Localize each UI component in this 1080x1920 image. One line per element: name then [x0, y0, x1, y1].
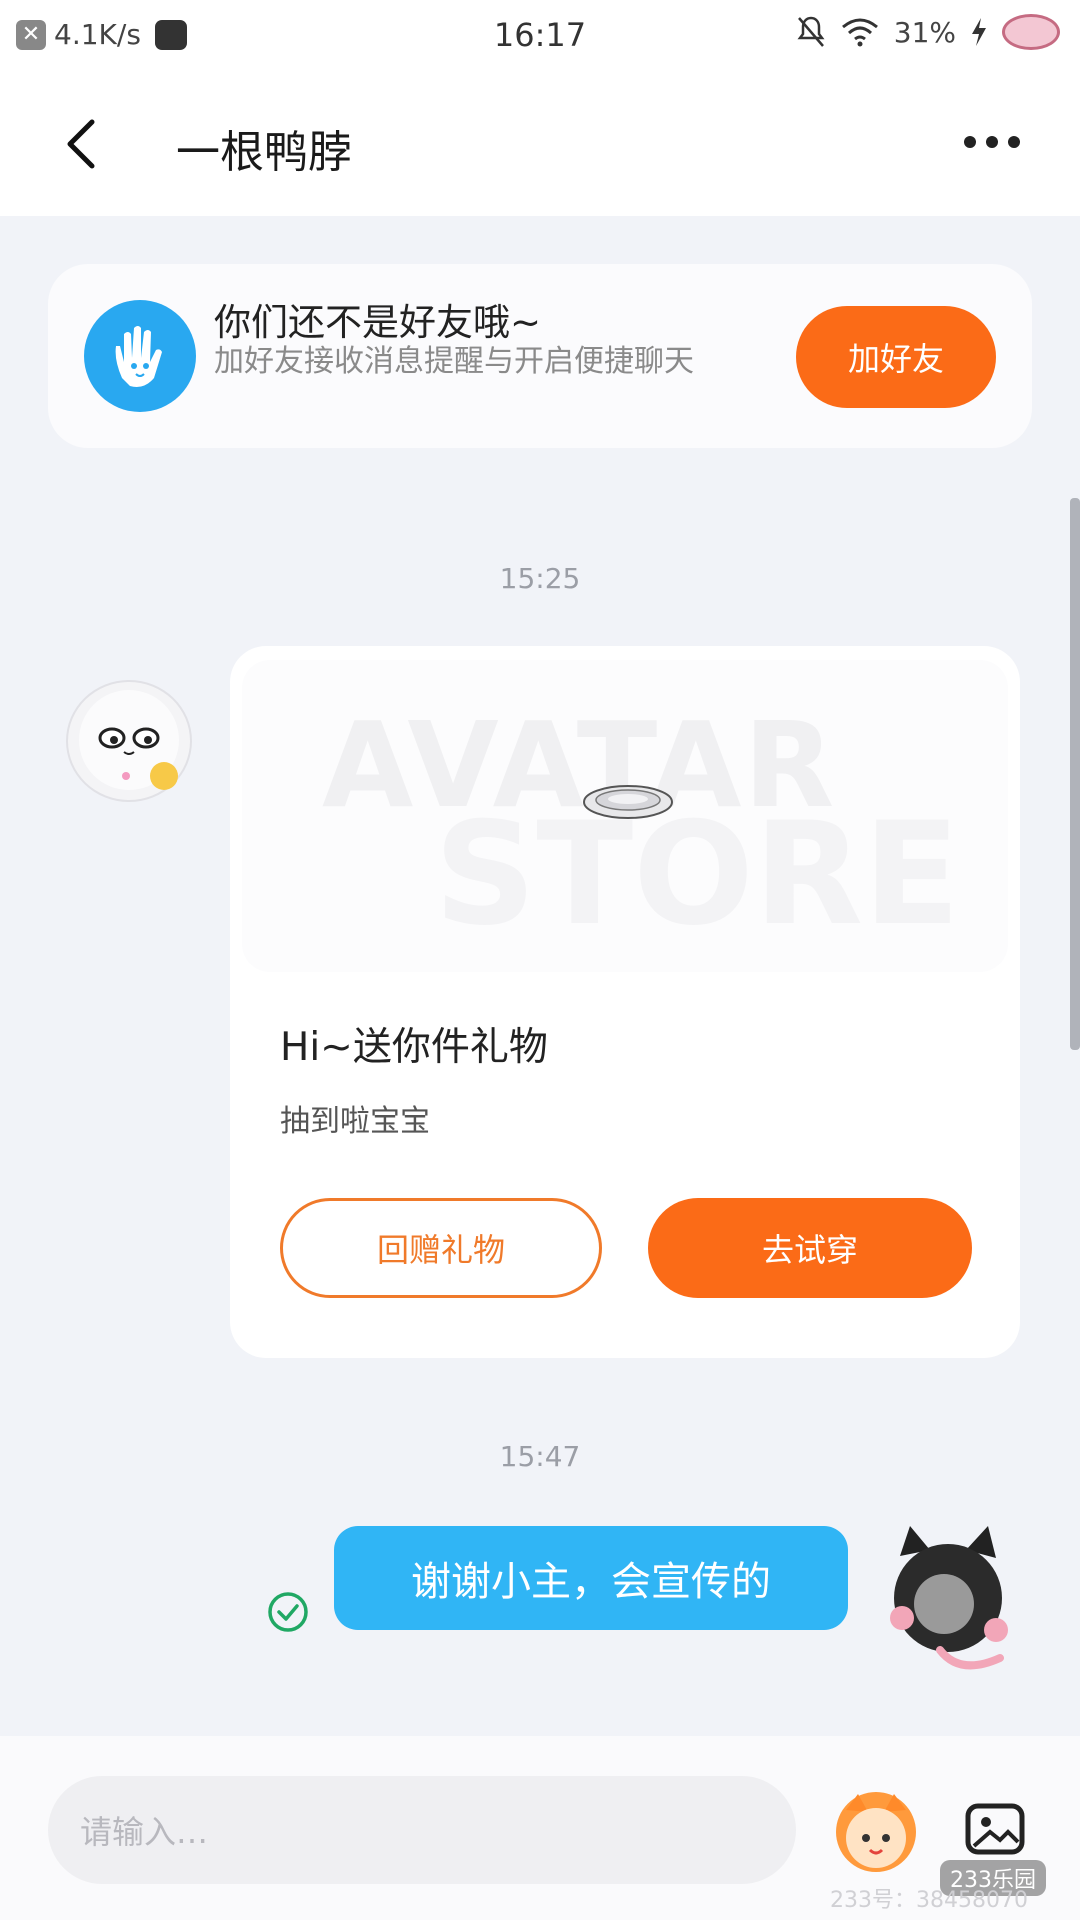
message-timestamp: 15:47	[499, 1440, 581, 1473]
message-timestamp: 15:25	[499, 562, 581, 595]
my-avatar[interactable]	[880, 1526, 1018, 1676]
back-arrow-icon[interactable]	[62, 118, 102, 170]
status-right: 31%	[796, 14, 1060, 50]
banner-title: 你们还不是好友哦~	[214, 301, 542, 344]
gift-title: Hi~送你件礼物	[280, 1025, 548, 1070]
sent-check-icon	[268, 1592, 308, 1632]
try-on-button[interactable]: 去试穿	[648, 1198, 972, 1298]
charging-icon	[972, 18, 986, 46]
wifi-icon	[841, 18, 878, 47]
sender-avatar[interactable]	[66, 680, 192, 802]
gift-subtitle: 抽到啦宝宝	[280, 1104, 430, 1139]
mute-bell-icon	[797, 16, 825, 47]
my-message-bubble[interactable]: 谢谢小主，会宣传的	[334, 1526, 848, 1630]
account-watermark: 233号：38458070	[830, 1888, 1028, 1913]
return-gift-button[interactable]: 回赠礼物	[280, 1198, 602, 1298]
banner-subtitle: 加好友接收消息提醒与开启便捷聊天	[214, 344, 694, 379]
gift-image[interactable]: AVATAR STORE	[242, 660, 1008, 972]
fish-icon	[1002, 14, 1060, 50]
add-friend-button[interactable]: 加好友	[796, 306, 996, 408]
wave-hand-icon	[84, 300, 196, 412]
battery-level: 31%	[893, 15, 956, 49]
image-gallery-icon[interactable]	[962, 1796, 1028, 1862]
more-options-icon[interactable]	[962, 130, 1022, 154]
chat-title: 一根鸭脖	[176, 127, 352, 178]
plate-icon	[583, 785, 673, 819]
message-input[interactable]: 请输入…	[48, 1776, 796, 1884]
store-watermark-line2: STORE	[434, 792, 961, 957]
chat-header	[0, 70, 1080, 216]
chat-scrollbar[interactable]	[1070, 498, 1080, 1050]
emoji-character-icon[interactable]	[836, 1792, 916, 1872]
